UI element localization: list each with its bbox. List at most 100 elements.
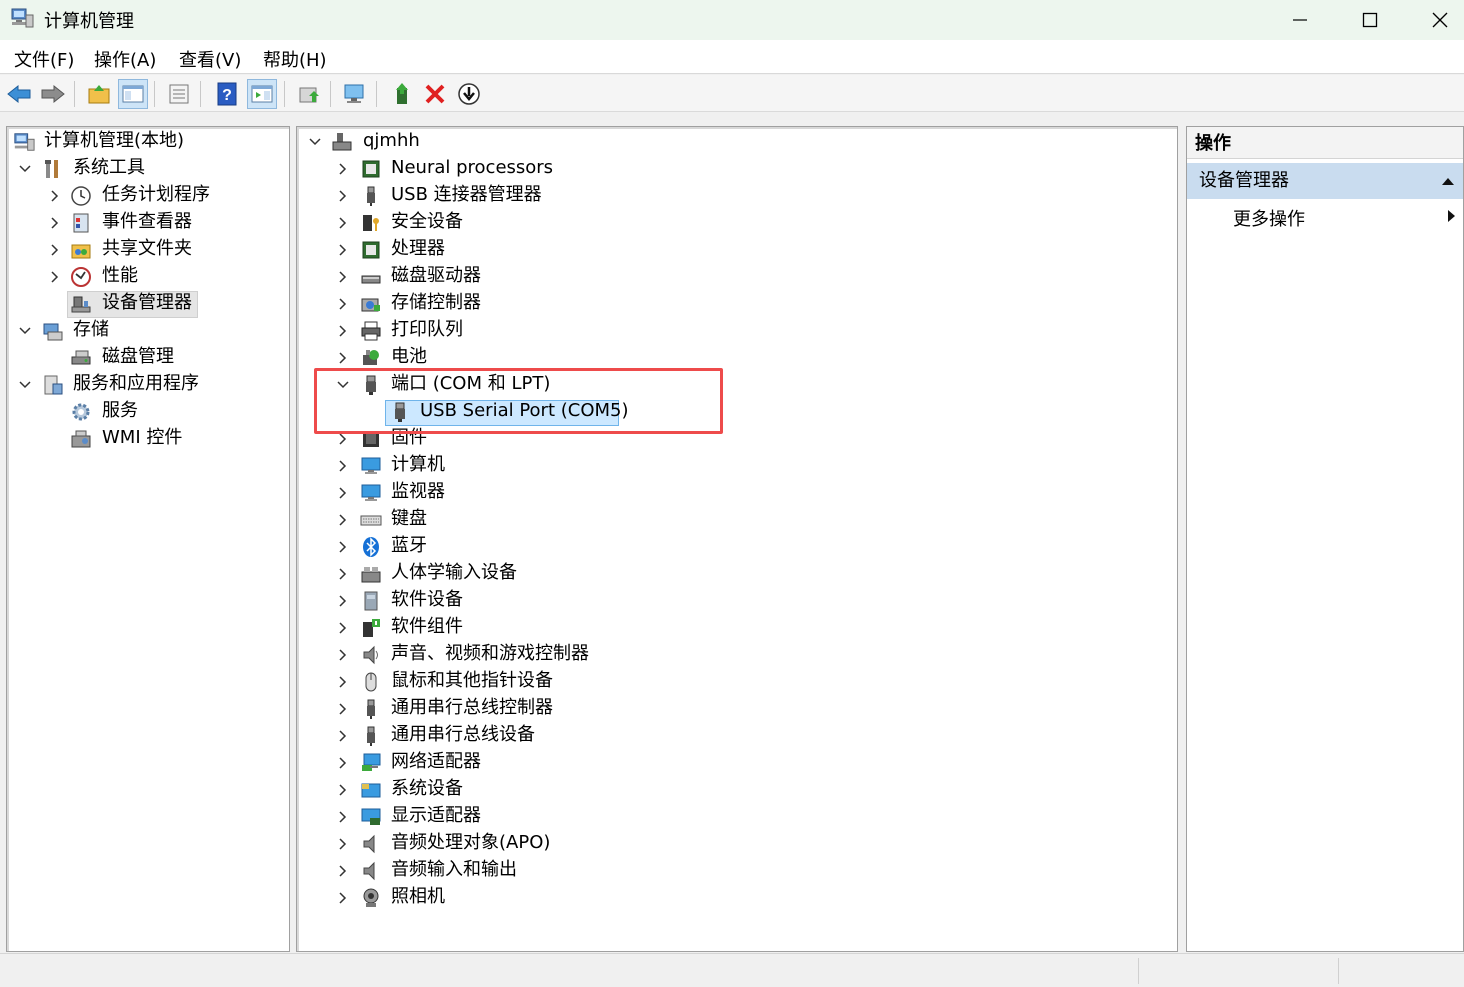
tree-item-storage[interactable]: 存储 [7, 318, 287, 345]
chevron-right-icon[interactable] [335, 782, 351, 798]
forward-button[interactable] [38, 79, 68, 109]
tree-item-system-tools[interactable]: 系统工具 [7, 156, 287, 183]
tree-item-event-viewer[interactable]: 事件查看器 [7, 210, 287, 237]
chevron-right-icon[interactable] [335, 350, 351, 366]
chevron-right-icon[interactable] [335, 836, 351, 852]
more-actions-item[interactable]: 更多操作 [1233, 205, 1305, 231]
device-tree-root[interactable]: qjmhh [297, 129, 1173, 156]
scan-hardware-button[interactable] [340, 79, 370, 109]
help-button[interactable]: ? [212, 79, 242, 109]
device-category-bluetooth[interactable]: 蓝牙 [297, 534, 1173, 561]
chevron-right-icon[interactable] [335, 512, 351, 528]
chevron-right-icon[interactable] [335, 620, 351, 636]
device-category-disk-drive[interactable]: 磁盘驱动器 [297, 264, 1173, 291]
show-hide-console-tree-button[interactable] [118, 79, 148, 109]
device-category-usb-controller[interactable]: 通用串行总线控制器 [297, 696, 1173, 723]
device-category-network-adapter[interactable]: 网络适配器 [297, 750, 1173, 777]
device-category-storage-controller[interactable]: 存储控制器 [297, 291, 1173, 318]
chevron-down-icon[interactable] [307, 134, 323, 150]
chevron-right-icon[interactable] [335, 458, 351, 474]
chevron-right-icon[interactable] [335, 323, 351, 339]
chevron-right-icon[interactable] [335, 296, 351, 312]
properties-button[interactable] [164, 79, 194, 109]
close-button[interactable] [1405, 0, 1464, 40]
device-category-neural-processor[interactable]: Neural processors [297, 156, 1173, 183]
chevron-right-icon[interactable] [335, 269, 351, 285]
chevron-down-icon[interactable] [17, 323, 33, 339]
device-category-system-device[interactable]: 系统设备 [297, 777, 1173, 804]
back-button[interactable] [4, 79, 34, 109]
tree-root[interactable]: 计算机管理(本地) [7, 129, 287, 156]
menu-help[interactable]: 帮助(H) [263, 46, 327, 72]
tree-item-device-manager[interactable]: 设备管理器 [7, 291, 287, 318]
menu-view[interactable]: 查看(V) [179, 46, 241, 72]
device-category-speaker[interactable]: 声音、视频和游戏控制器 [297, 642, 1173, 669]
show-action-pane-button[interactable] [247, 79, 277, 109]
minimize-button[interactable] [1265, 0, 1335, 40]
chevron-right-icon[interactable] [335, 566, 351, 582]
tree-item-disk-management[interactable]: 磁盘管理 [7, 345, 287, 372]
tree-item-services-and-applications[interactable]: 服务和应用程序 [7, 372, 287, 399]
chevron-right-icon[interactable] [335, 647, 351, 663]
tree-item-wmi-control[interactable]: WMI 控件 [7, 426, 287, 453]
device-category-audio-input-output[interactable]: 音频输入和输出 [297, 858, 1173, 885]
mouse-icon [365, 672, 377, 692]
device-category-computer-monitor[interactable]: 计算机 [297, 453, 1173, 480]
audio-input-output-icon [363, 861, 375, 881]
device-category-security-device[interactable]: 安全设备 [297, 210, 1173, 237]
device-category-label: 音频输入和输出 [391, 859, 517, 880]
uninstall-device-button[interactable] [420, 79, 450, 109]
device-category-usb-device[interactable]: 通用串行总线设备 [297, 723, 1173, 750]
device-category-keyboard[interactable]: 键盘 [297, 507, 1173, 534]
device-category-label: 鼠标和其他指针设备 [391, 670, 553, 691]
actions-pane: 操作 设备管理器 更多操作 [1186, 126, 1464, 952]
caret-up-icon[interactable] [1441, 176, 1455, 186]
disable-device-button[interactable] [454, 79, 484, 109]
tree-item-services[interactable]: 服务 [7, 399, 287, 426]
chevron-right-icon[interactable] [335, 701, 351, 717]
enable-device-button[interactable] [388, 79, 418, 109]
tree-item-shared-folders[interactable]: 共享文件夹 [7, 237, 287, 264]
maximize-button[interactable] [1335, 0, 1405, 40]
chevron-right-icon[interactable] [335, 215, 351, 231]
menu-file[interactable]: 文件(F) [14, 46, 74, 72]
caret-right-icon[interactable] [1446, 209, 1456, 223]
actions-group-device-manager[interactable]: 设备管理器 [1187, 163, 1463, 199]
chevron-right-icon[interactable] [335, 188, 351, 204]
chevron-right-icon[interactable] [335, 539, 351, 555]
chevron-right-icon[interactable] [47, 242, 63, 258]
chevron-right-icon[interactable] [335, 755, 351, 771]
device-category-display-adapter[interactable]: 显示适配器 [297, 804, 1173, 831]
chevron-right-icon[interactable] [335, 863, 351, 879]
chevron-right-icon[interactable] [335, 809, 351, 825]
device-category-monitor[interactable]: 监视器 [297, 480, 1173, 507]
chevron-right-icon[interactable] [335, 242, 351, 258]
chevron-down-icon[interactable] [17, 161, 33, 177]
tree-item-performance[interactable]: 性能 [7, 264, 287, 291]
menu-action[interactable]: 操作(A) [94, 46, 156, 72]
maximize-icon [1362, 12, 1378, 28]
device-category-camera[interactable]: 照相机 [297, 885, 1173, 912]
up-folder-button[interactable] [84, 79, 114, 109]
chevron-right-icon[interactable] [335, 890, 351, 906]
device-category-audio-processing-object[interactable]: 音频处理对象(APO) [297, 831, 1173, 858]
chevron-right-icon[interactable] [335, 593, 351, 609]
device-category-printer[interactable]: 打印队列 [297, 318, 1173, 345]
chevron-down-icon[interactable] [17, 377, 33, 393]
device-category-software-device[interactable]: 软件设备 [297, 588, 1173, 615]
chevron-right-icon[interactable] [335, 161, 351, 177]
chevron-right-icon[interactable] [47, 215, 63, 231]
device-category-mouse[interactable]: 鼠标和其他指针设备 [297, 669, 1173, 696]
chevron-right-icon[interactable] [335, 728, 351, 744]
device-category-processor[interactable]: 处理器 [297, 237, 1173, 264]
device-category-human-interface-device[interactable]: 人体学输入设备 [297, 561, 1173, 588]
device-category-software-component[interactable]: 软件组件 [297, 615, 1173, 642]
device-category-usb-connector[interactable]: USB 连接器管理器 [297, 183, 1173, 210]
update-driver-button[interactable] [294, 79, 324, 109]
chevron-right-icon[interactable] [47, 188, 63, 204]
chevron-right-icon[interactable] [335, 485, 351, 501]
chevron-right-icon[interactable] [47, 269, 63, 285]
chevron-right-icon[interactable] [335, 674, 351, 690]
device-category-label: 存储控制器 [391, 292, 481, 313]
tree-item-task-scheduler[interactable]: 任务计划程序 [7, 183, 287, 210]
